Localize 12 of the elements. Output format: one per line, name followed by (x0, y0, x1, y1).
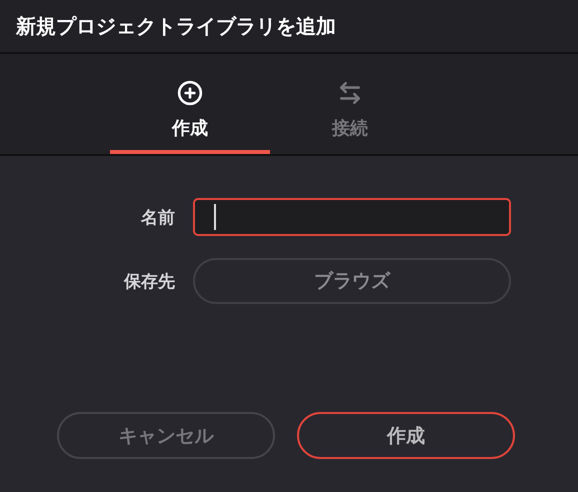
tab[interactable]: 作成 (110, 54, 270, 154)
create-button[interactable]: 作成 (297, 412, 515, 459)
location-label: 保存先 (124, 270, 175, 292)
input-field[interactable] (193, 198, 511, 236)
cancel-button[interactable]: キャンセル (57, 412, 275, 459)
window-title: 新規プロジェクトライブラリを追加 (16, 12, 336, 40)
plus-circle-icon (177, 80, 203, 106)
tab[interactable]: 接続 (270, 54, 430, 154)
text-cursor (214, 204, 216, 230)
browse-button[interactable]: ブラウズ (193, 258, 511, 304)
left-right-arrows-icon (337, 80, 363, 106)
name-label: 名前 (141, 206, 175, 228)
